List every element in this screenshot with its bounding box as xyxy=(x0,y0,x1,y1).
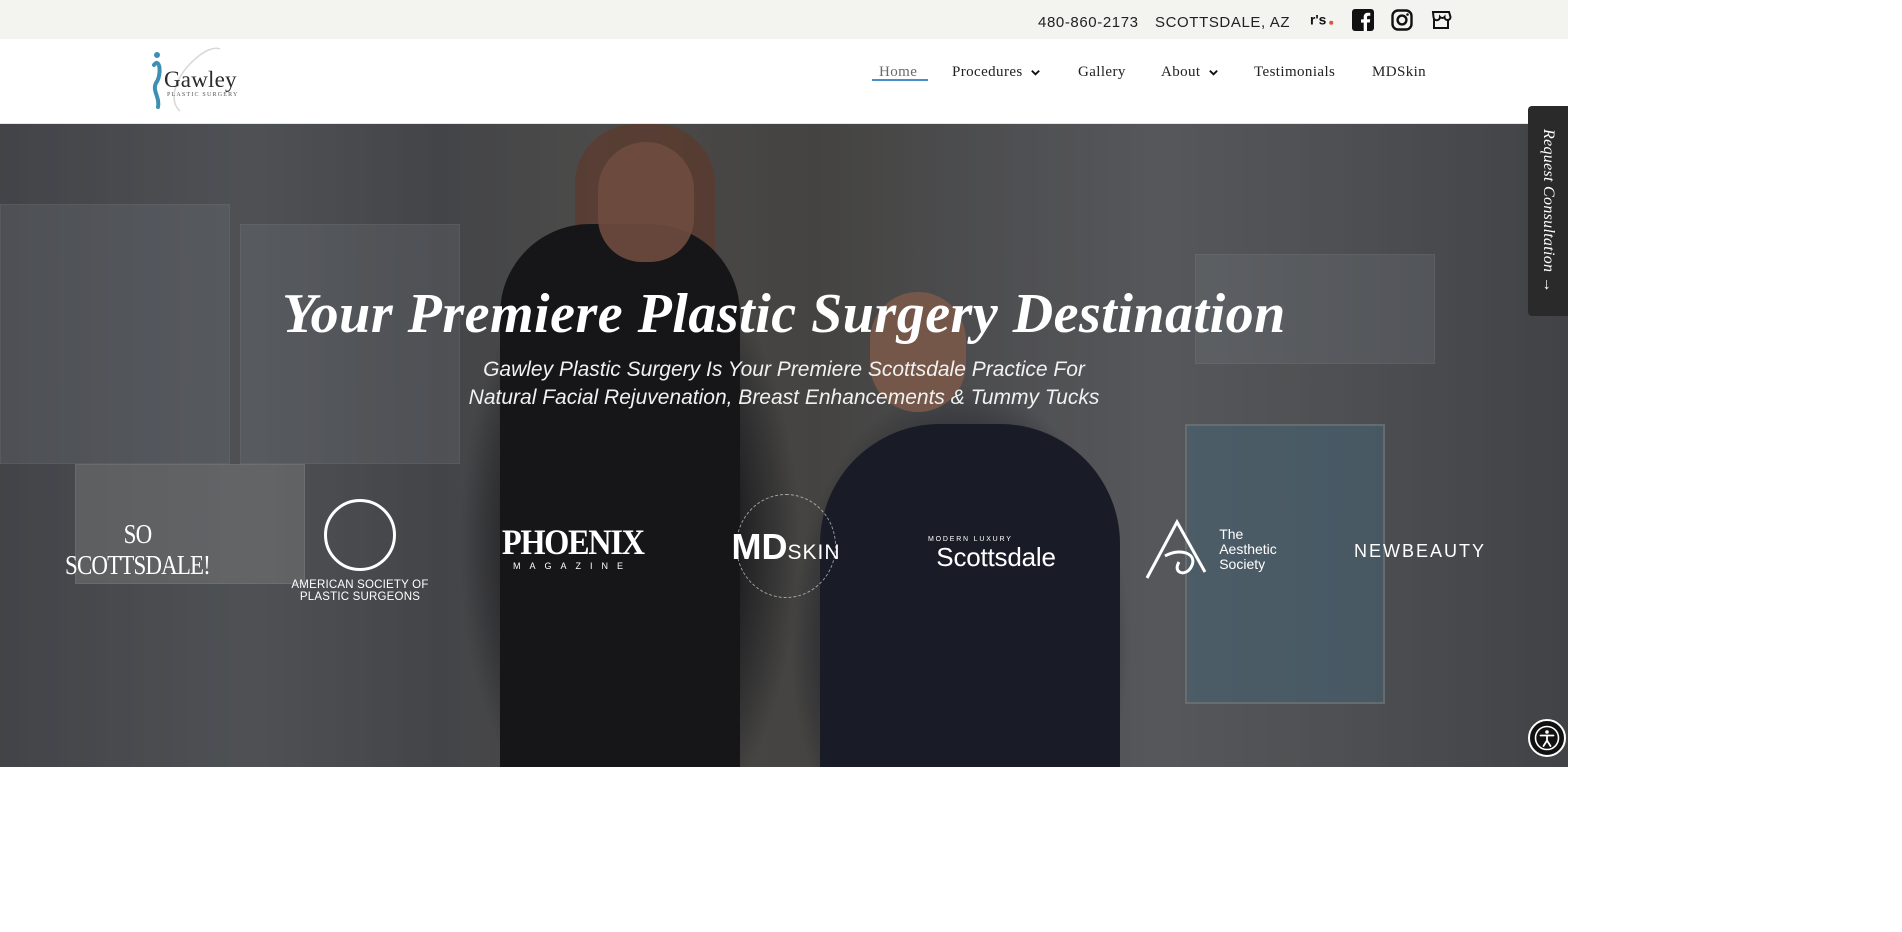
press-logo-newbeauty: NEWBEAUTY xyxy=(1350,538,1490,564)
accessibility-icon xyxy=(1534,725,1560,751)
nav-label: Testimonials xyxy=(1254,64,1336,80)
accessibility-button[interactable] xyxy=(1528,719,1566,757)
nav-procedures[interactable]: Procedures xyxy=(952,64,1041,81)
nav-label: MDSkin xyxy=(1372,64,1427,80)
nav-mdskin[interactable]: MDSkin xyxy=(1372,64,1426,81)
nav-testimonials[interactable]: Testimonials xyxy=(1254,64,1335,81)
press-logo-phoenix: PHOENIX MAGAZINE xyxy=(500,522,645,574)
press-logo-text: SO SCOTTSDALE! xyxy=(65,519,211,580)
press-logo-text: The Aesthetic Society xyxy=(1219,525,1277,572)
press-logo-text: PHOENIX xyxy=(501,522,645,562)
request-consultation-label: Request Consultation → xyxy=(1540,129,1557,293)
location-text: SCOTTSDALE, AZ xyxy=(1155,14,1291,31)
logo-wordmark: Gawley xyxy=(164,67,237,92)
hero-subtitle: Gawley Plastic Surgery Is Your Premiere … xyxy=(0,356,1568,412)
realself-icon[interactable]: r's xyxy=(1310,8,1334,32)
press-logo-asps: AMERICAN SOCIETY OF PLASTIC SURGEONS xyxy=(285,496,435,606)
nav-gallery[interactable]: Gallery xyxy=(1078,64,1126,81)
store-icon[interactable] xyxy=(1429,8,1453,32)
top-utility-bar: 480-860-2173 SCOTTSDALE, AZ r's xyxy=(0,0,1568,39)
aes-line: The xyxy=(1219,525,1244,542)
press-logo-mdskin: MDSKIN xyxy=(706,492,866,602)
press-logo-text: MAGAZINE xyxy=(512,561,632,571)
chevron-down-icon xyxy=(1208,70,1218,76)
aes-line: Aesthetic xyxy=(1219,540,1277,557)
nav-label: Gallery xyxy=(1078,64,1126,80)
facebook-icon[interactable] xyxy=(1351,8,1375,32)
press-logo-aesthetic-society: The Aesthetic Society xyxy=(1140,516,1280,582)
press-logo-so-scottsdale: SO SCOTTSDALE! xyxy=(65,519,211,580)
instagram-icon[interactable] xyxy=(1390,8,1414,32)
mdskin-skin: SKIN xyxy=(787,541,841,564)
aes-line: Society xyxy=(1219,555,1266,572)
press-logo-modern-luxury: MODERN LUXURY Scottsdale xyxy=(926,528,1066,578)
request-consultation-tab[interactable]: Request Consultation → xyxy=(1528,106,1568,316)
press-logo-text: MDSKIN xyxy=(731,526,840,568)
logo-subtitle: PLASTIC SURGERY xyxy=(167,92,239,98)
phone-number[interactable]: 480-860-2173 xyxy=(1038,14,1139,31)
press-logo-text: PLASTIC SURGEONS xyxy=(299,591,421,603)
hero-subtitle-line: Gawley Plastic Surgery Is Your Premiere … xyxy=(483,358,1085,381)
site-header: Gawley PLASTIC SURGERY Home Procedures G… xyxy=(0,39,1568,124)
press-logo-text: AMERICAN SOCIETY OF xyxy=(291,579,429,591)
nav-label: About xyxy=(1161,64,1201,80)
nav-active-indicator xyxy=(872,79,928,81)
press-logo-text: Scottsdale xyxy=(936,541,1056,572)
nav-label: Procedures xyxy=(952,64,1023,80)
press-logo-text: NEWBEAUTY xyxy=(1353,540,1486,561)
site-logo[interactable]: Gawley PLASTIC SURGERY xyxy=(150,45,260,117)
svg-text:r's: r's xyxy=(1310,12,1327,28)
hero-overlay xyxy=(0,124,1568,767)
nav-about[interactable]: About xyxy=(1161,64,1219,81)
hero-banner: Your Premiere Plastic Surgery Destinatio… xyxy=(0,124,1568,767)
hero-title: Your Premiere Plastic Surgery Destinatio… xyxy=(282,283,1286,345)
asps-ring-icon xyxy=(324,499,396,571)
mdskin-md: MD xyxy=(731,526,788,567)
chevron-down-icon xyxy=(1030,70,1040,76)
hero-subtitle-line: Natural Facial Rejuvenation, Breast Enha… xyxy=(468,386,1100,409)
aesthetic-society-icon xyxy=(1145,518,1207,579)
